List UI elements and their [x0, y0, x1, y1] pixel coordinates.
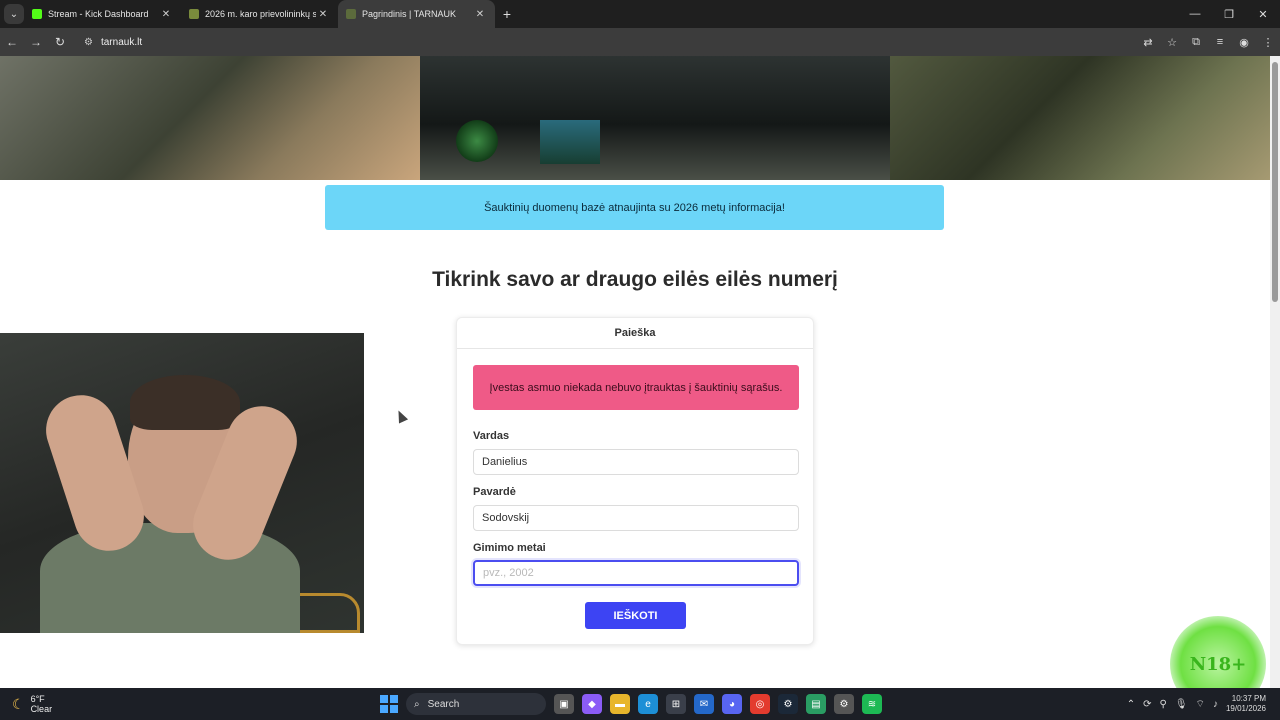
discord-icon[interactable]: ◕ — [722, 694, 742, 714]
cockpit-display — [540, 120, 600, 164]
spotify-icon[interactable]: ≋ — [862, 694, 882, 714]
moon-icon: ☾ — [12, 695, 25, 712]
close-icon[interactable]: ✕ — [316, 9, 330, 20]
extensions-icon[interactable]: ⧉ — [1184, 36, 1208, 49]
tab-draft-list[interactable]: 2026 m. karo prievolininkų sąrašas ✕ — [181, 0, 338, 28]
weather-widget[interactable]: ☾ 6°F Clear — [12, 694, 152, 714]
error-alert: Įvestas asmuo niekada nebuvo įtrauktas į… — [473, 365, 799, 410]
hero-cockpit — [420, 56, 890, 180]
scrollbar-thumb[interactable] — [1272, 62, 1278, 302]
clock[interactable]: 10:37 PM 19/01/2026 — [1226, 694, 1266, 714]
task-view-icon[interactable]: ▣ — [554, 694, 574, 714]
volume-icon[interactable]: ♪ — [1213, 699, 1218, 710]
streamer-hair — [130, 375, 240, 430]
birth-year-field[interactable] — [473, 560, 799, 586]
tab-title: Stream - Kick Dashboard — [48, 9, 149, 19]
search-label: Search — [427, 698, 460, 710]
tab-kick-dashboard[interactable]: Stream - Kick Dashboard ✕ — [24, 0, 181, 28]
info-banner: Šauktinių duomenų bazė atnaujinta su 202… — [325, 185, 944, 230]
menu-icon[interactable]: ⋮ — [1256, 36, 1280, 49]
hero-soldier-goggles — [0, 56, 420, 180]
last-name-label: Pavardė — [473, 486, 516, 498]
tab-title: Pagrindinis | TARNAUK — [362, 9, 457, 19]
birth-year-label: Gimimo metai — [473, 542, 546, 554]
site-info-icon[interactable]: ⚙ — [84, 37, 93, 48]
radar-display — [456, 120, 498, 162]
weather-desc: Clear — [30, 704, 53, 714]
tab-title: 2026 m. karo prievolininkų sąrašas — [205, 9, 316, 19]
age-rating-badge: N18+ — [1170, 616, 1266, 688]
store-icon[interactable]: ⊞ — [666, 694, 686, 714]
hero-soldier-camo — [890, 56, 1270, 180]
window-controls: — ❐ ✕ — [1178, 8, 1280, 21]
network-icon[interactable]: ⚲ — [1160, 699, 1167, 710]
file-explorer-icon[interactable]: ▬ — [610, 694, 630, 714]
bookmark-star-icon[interactable]: ☆ — [1160, 36, 1184, 49]
last-name-field[interactable] — [473, 505, 799, 531]
first-name-label: Vardas — [473, 430, 510, 442]
close-icon[interactable]: ✕ — [473, 9, 487, 20]
copilot-icon[interactable]: ◆ — [582, 694, 602, 714]
sync-icon[interactable]: ⟳ — [1143, 699, 1151, 710]
browser-toolbar: ← → ↻ ⚙ tarnauk.lt ⇄ ☆ ⧉ ≡ ◉ ⋮ — [0, 28, 1280, 56]
hero-banner-image — [0, 56, 1270, 180]
settings-icon[interactable]: ⚙ — [834, 694, 854, 714]
forward-icon[interactable]: → — [24, 35, 48, 49]
tab-search-button[interactable]: ⌄ — [4, 4, 24, 24]
wifi-icon[interactable]: ⌔ — [1196, 698, 1205, 711]
streamer-shirt — [40, 523, 300, 633]
chrome-icon[interactable]: ◎ — [750, 694, 770, 714]
mouse-cursor — [393, 408, 409, 424]
close-icon[interactable]: ✕ — [159, 9, 173, 20]
card-title: Paieška — [457, 318, 813, 349]
windows-start-icon[interactable] — [380, 695, 398, 713]
reading-list-icon[interactable]: ≡ — [1208, 36, 1232, 49]
microphone-icon[interactable]: 🎙 — [1175, 699, 1188, 710]
edge-icon[interactable]: e — [638, 694, 658, 714]
webcam-overlay — [0, 333, 364, 633]
weather-temp: 6°F — [30, 694, 45, 704]
system-tray: ⌃ ⟳ ⚲ 🎙 ⌔ ♪ 10:37 PM 19/01/2026 — [1127, 694, 1272, 714]
page-scrollbar[interactable] — [1270, 56, 1280, 688]
tab-strip: ⌄ Stream - Kick Dashboard ✕ 2026 m. karo… — [0, 0, 1280, 28]
chevron-up-icon[interactable]: ⌃ — [1127, 699, 1135, 710]
date-text: 19/01/2026 — [1225, 704, 1266, 713]
taskbar-search[interactable]: ⌕ Search — [406, 693, 546, 715]
minimize-icon[interactable]: — — [1178, 8, 1212, 21]
page-title: Tikrink savo ar draugo eilės eilės numer… — [432, 268, 838, 291]
translate-icon[interactable]: ⇄ — [1136, 36, 1160, 49]
search-button[interactable]: IEŠKOTI — [585, 602, 686, 629]
search-card: Paieška Įvestas asmuo niekada nebuvo įtr… — [456, 317, 814, 645]
first-name-field[interactable] — [473, 449, 799, 475]
windows-taskbar: ☾ 6°F Clear ⌕ Search ▣ ◆ ▬ e ⊞ ✉ ◕ ◎ ⚙ ▤… — [0, 688, 1280, 720]
address-bar[interactable]: ⚙ tarnauk.lt — [76, 31, 1096, 53]
app-icon[interactable]: ▤ — [806, 694, 826, 714]
reload-icon[interactable]: ↻ — [48, 35, 72, 49]
site-icon — [346, 9, 356, 19]
mail-icon[interactable]: ✉ — [694, 694, 714, 714]
kick-icon — [32, 9, 42, 19]
url-text: tarnauk.lt — [100, 36, 143, 48]
page-viewport: Šauktinių duomenų bazė atnaujinta su 202… — [0, 56, 1270, 688]
profile-icon[interactable]: ◉ — [1232, 36, 1256, 49]
search-icon: ⌕ — [414, 698, 420, 710]
back-icon[interactable]: ← — [0, 35, 24, 49]
site-icon — [189, 9, 199, 19]
steam-icon[interactable]: ⚙ — [778, 694, 798, 714]
maximize-icon[interactable]: ❐ — [1212, 8, 1246, 21]
tab-tarnauk[interactable]: Pagrindinis | TARNAUK ✕ — [338, 0, 495, 28]
time-text: 10:37 PM — [1231, 694, 1266, 703]
new-tab-button[interactable]: + — [495, 6, 519, 22]
close-window-icon[interactable]: ✕ — [1246, 8, 1280, 21]
